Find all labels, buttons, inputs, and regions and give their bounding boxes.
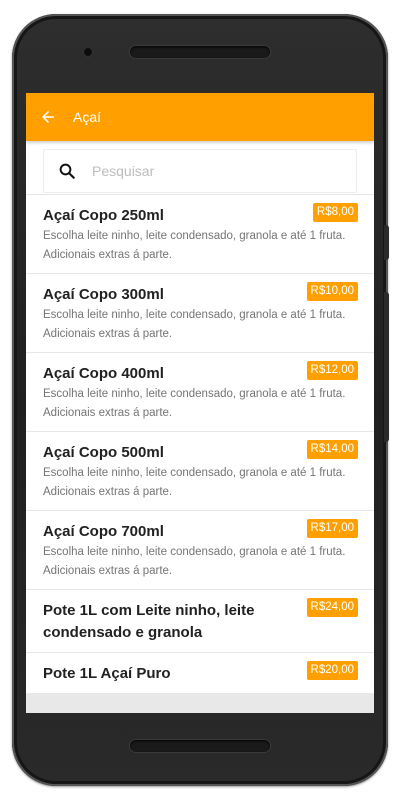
price-badge: R$20,00 xyxy=(306,661,358,680)
product-list: Açaí Copo 250ml Escolha leite ninho, leit… xyxy=(26,194,374,693)
item-description: Escolha leite ninho, leite condensado, g… xyxy=(43,546,346,577)
list-item[interactable]: Açaí Copo 700ml Escolha leite ninho, leit… xyxy=(26,510,374,589)
back-button[interactable] xyxy=(26,93,70,141)
price-badge: R$24,00 xyxy=(306,598,358,617)
list-item[interactable]: Pote 1L Açaí Puro R$20,00 xyxy=(26,652,374,693)
content-area: Açaí Copo 250ml Escolha leite ninho, leit… xyxy=(26,141,374,693)
list-item[interactable]: Açaí Copo 300ml Escolha leite ninho, leit… xyxy=(26,273,374,352)
search-bar xyxy=(26,141,374,194)
bottom-speaker xyxy=(130,740,270,752)
item-description: Escolha leite ninho, leite condensado, g… xyxy=(43,309,346,340)
app-bar: Açaí xyxy=(26,93,374,141)
search-box[interactable] xyxy=(43,149,357,193)
power-button xyxy=(384,225,389,260)
app-screen: Açaí Açaí Copo 250ml Escolha leite ninho,… xyxy=(26,93,374,713)
top-speaker xyxy=(130,46,270,58)
search-icon xyxy=(58,162,76,180)
item-description: Escolha leite ninho, leite condensado, g… xyxy=(43,230,346,261)
item-description: Escolha leite ninho, leite condensado, g… xyxy=(43,467,346,498)
item-name: Açaí Copo 250ml xyxy=(43,207,164,224)
price-badge: R$12,00 xyxy=(306,361,358,380)
price-badge: R$10,00 xyxy=(306,282,358,301)
list-item[interactable]: Açaí Copo 250ml Escolha leite ninho, leit… xyxy=(26,194,374,273)
price-badge: R$14,00 xyxy=(306,440,358,459)
item-description: Escolha leite ninho, leite condensado, g… xyxy=(43,388,346,419)
price-badge: R$17,00 xyxy=(306,519,358,538)
list-item[interactable]: Açaí Copo 400ml Escolha leite ninho, leit… xyxy=(26,352,374,431)
page-title: Açaí xyxy=(73,109,102,125)
list-item[interactable]: Açaí Copo 500ml Escolha leite ninho, leit… xyxy=(26,431,374,510)
arrow-back-icon xyxy=(42,111,54,123)
list-item[interactable]: Pote 1L com Leite ninho, leite condensad… xyxy=(26,589,374,652)
front-camera xyxy=(84,48,92,56)
price-badge: R$8,00 xyxy=(312,203,358,222)
search-input[interactable] xyxy=(90,162,324,180)
volume-button xyxy=(384,292,389,442)
